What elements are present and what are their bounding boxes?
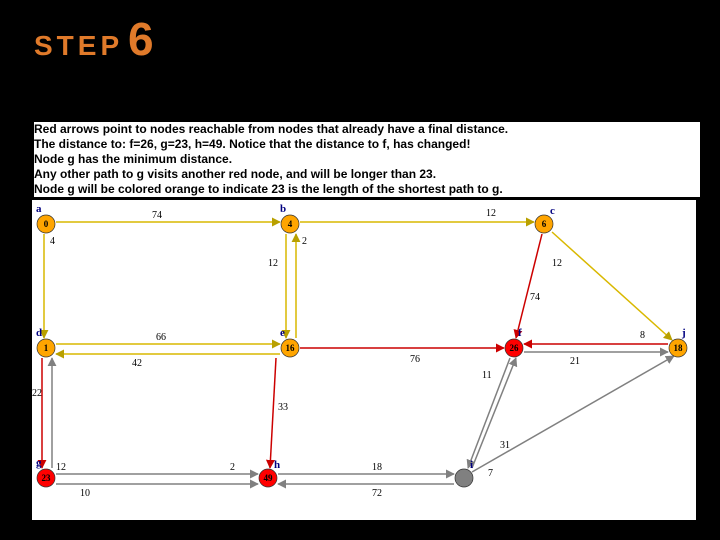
desc-line-2: The distance to: f=26, g=23, h=49. Notic…: [34, 137, 700, 152]
weight-d-e: 66: [156, 332, 166, 343]
edge-e-h: [270, 358, 276, 468]
weight-b-e: 12: [268, 258, 278, 269]
label-f: f: [518, 327, 522, 339]
label-c: c: [550, 205, 555, 217]
edge-i-j: [472, 356, 674, 472]
dist-c: 6: [542, 219, 547, 229]
weight-f-j: 21: [570, 356, 580, 367]
title-number: 6: [128, 12, 154, 66]
weight-e-d: 42: [132, 358, 142, 369]
weight-i-j: 7: [488, 468, 493, 479]
weight-e-h: 33: [278, 402, 288, 413]
weight-a-d: 4: [50, 236, 55, 247]
dist-g: 23: [42, 473, 52, 483]
weight-c-j: 12: [552, 258, 562, 269]
dist-e: 16: [286, 343, 296, 353]
graph-svg: 74 12 4 12 2 12 74 66 42: [32, 200, 696, 520]
edge-i-f: [472, 358, 516, 468]
node-i: [455, 469, 473, 487]
dist-f: 26: [510, 343, 520, 353]
weight-f-i: 11: [482, 370, 492, 381]
label-b: b: [280, 203, 286, 215]
dist-d: 1: [44, 343, 49, 353]
edge-c-j: [552, 232, 672, 340]
weight-j-f: 8: [640, 330, 645, 341]
title-step: STEP: [34, 30, 123, 62]
label-a: a: [36, 203, 42, 215]
dist-a: 0: [44, 219, 49, 229]
weight-e-f: 76: [410, 354, 420, 365]
weight-h-i: 18: [372, 462, 382, 473]
dist-b: 4: [288, 219, 293, 229]
desc-line-3: Node g has the minimum distance.: [34, 152, 700, 167]
weight-e-b: 2: [302, 236, 307, 247]
weight-g-d: 12: [56, 462, 66, 473]
weight-g-h-bot: 10: [80, 488, 90, 499]
weight-i-h: 72: [372, 488, 382, 499]
label-i: i: [470, 459, 473, 471]
label-e: e: [280, 327, 285, 339]
weight-g-h-top: 2: [230, 462, 235, 473]
desc-line-5: Node g will be colored orange to indicat…: [34, 182, 700, 197]
dist-j: 18: [674, 343, 684, 353]
slide: STEP 6 Red arrows point to nodes reachab…: [0, 0, 720, 540]
weight-c-f: 74: [530, 292, 540, 303]
label-d: d: [36, 327, 42, 339]
weight-a-b: 74: [152, 210, 162, 221]
graph-area: 74 12 4 12 2 12 74 66 42: [32, 200, 696, 520]
weight-b-c: 12: [486, 208, 496, 219]
desc-line-4: Any other path to g visits another red n…: [34, 167, 700, 182]
description-block: Red arrows point to nodes reachable from…: [34, 122, 700, 197]
label-h: h: [274, 459, 280, 471]
label-j: j: [681, 327, 686, 339]
edge-c-f: [516, 234, 542, 338]
weight-d-g: 22: [32, 388, 42, 399]
weight-i-f: 31: [500, 440, 510, 451]
label-g: g: [36, 457, 42, 469]
desc-line-1: Red arrows point to nodes reachable from…: [34, 122, 700, 137]
dist-h: 49: [264, 473, 274, 483]
